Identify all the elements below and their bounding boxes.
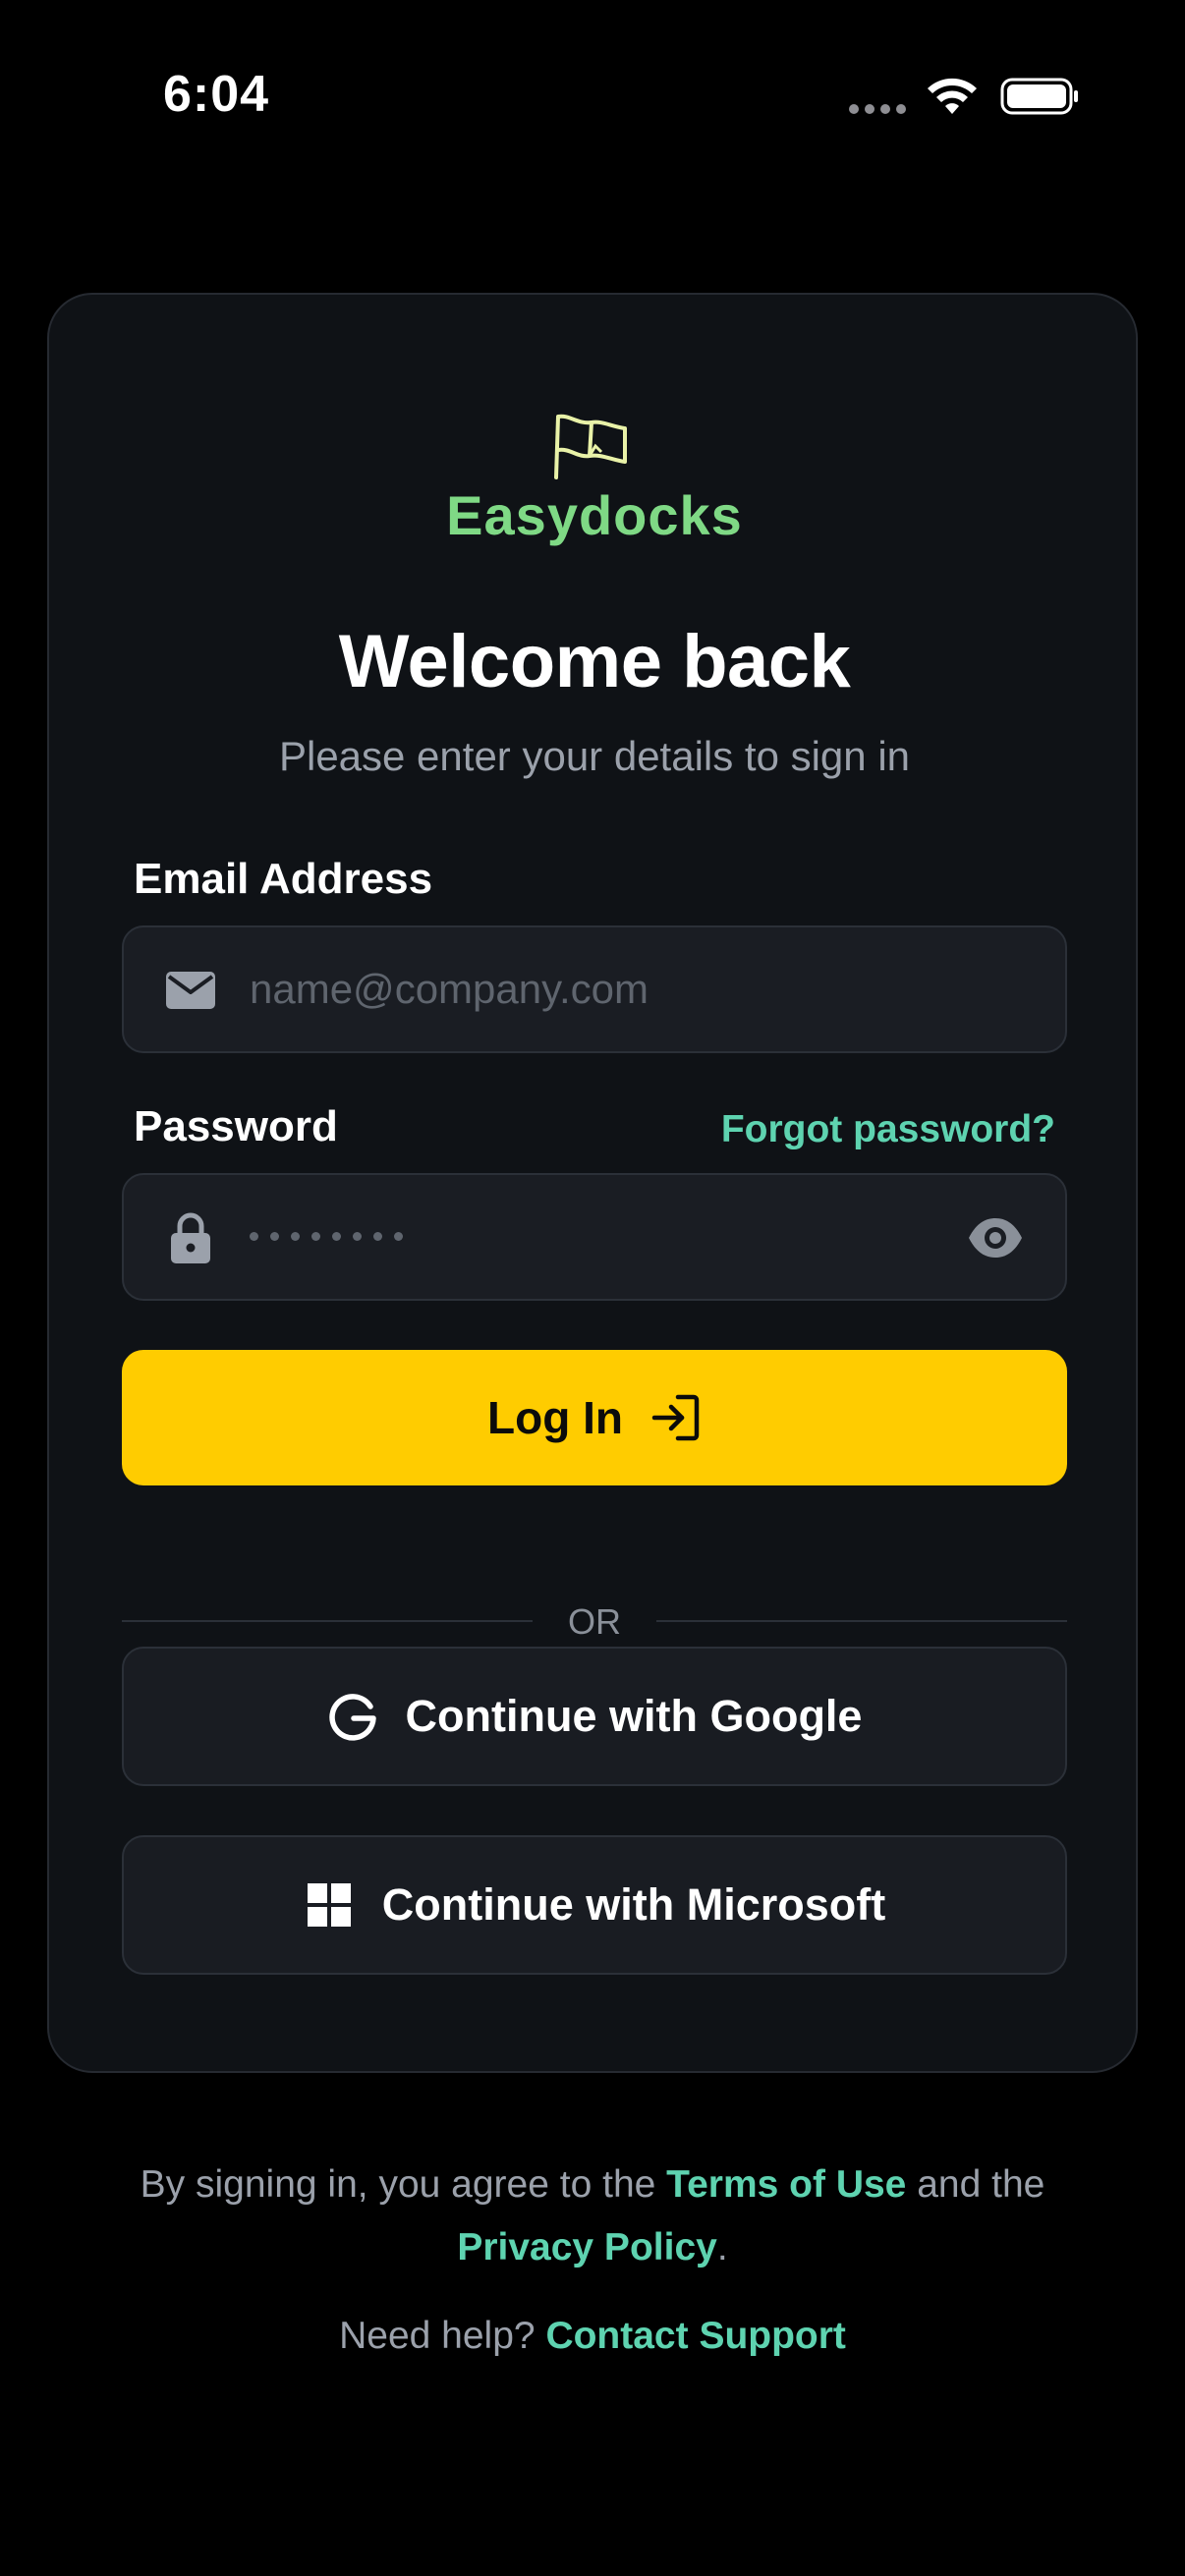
email-field[interactable] [122, 925, 1067, 1053]
status-bar: 6:04 [0, 0, 1185, 196]
login-button[interactable]: Log In [122, 1350, 1067, 1485]
flag-icon [554, 414, 627, 479]
password-input[interactable] [250, 1218, 403, 1254]
email-label: Email Address [134, 855, 433, 903]
lock-icon [171, 1212, 210, 1263]
terms-middle: and the [917, 2163, 1045, 2206]
eye-icon[interactable] [967, 1210, 1024, 1265]
terms-prefix: By signing in, you agree to the [140, 2163, 656, 2206]
google-icon [328, 1694, 376, 1741]
help-notice: Need help? Contact Support [0, 2315, 1185, 2358]
google-signin-button[interactable]: Continue with Google [122, 1647, 1067, 1786]
privacy-policy-link[interactable]: Privacy Policy [457, 2226, 717, 2268]
help-prefix: Need help? [339, 2315, 536, 2357]
login-card: Easydocks Welcome back Please enter your… [47, 293, 1138, 2073]
divider-line-right [656, 1620, 1067, 1622]
terms-notice: By signing in, you agree to the Terms of… [0, 2154, 1185, 2279]
wifi-icon [928, 78, 977, 114]
brand-name: Easydocks [446, 484, 743, 546]
battery-icon [1000, 78, 1078, 115]
microsoft-signin-button[interactable]: Continue with Microsoft [122, 1835, 1067, 1975]
page-title: Welcome back [338, 620, 851, 703]
page-subtitle: Please enter your details to sign in [278, 733, 911, 779]
contact-support-link[interactable]: Contact Support [545, 2315, 845, 2357]
login-screen: 6:04 Easydocks Welcome back Please enter… [0, 0, 1185, 2576]
email-input[interactable] [250, 927, 977, 1051]
login-button-label: Log In [487, 1392, 623, 1443]
password-label: Password [134, 1102, 338, 1150]
login-arrow-icon [651, 1394, 700, 1441]
terms-of-use-link[interactable]: Terms of Use [666, 2163, 906, 2206]
or-divider: OR [122, 1592, 1067, 1651]
password-field[interactable] [122, 1173, 1067, 1301]
microsoft-icon [307, 1883, 351, 1927]
divider-label: OR [568, 1601, 621, 1642]
mail-icon [166, 972, 215, 1009]
microsoft-signin-label: Continue with Microsoft [381, 1879, 886, 1930]
forgot-password-link[interactable]: Forgot password? [721, 1108, 1055, 1151]
google-signin-label: Continue with Google [405, 1691, 863, 1741]
terms-suffix: . [716, 2226, 728, 2268]
cellular-signal-icon [849, 104, 906, 114]
status-time: 6:04 [163, 66, 270, 123]
